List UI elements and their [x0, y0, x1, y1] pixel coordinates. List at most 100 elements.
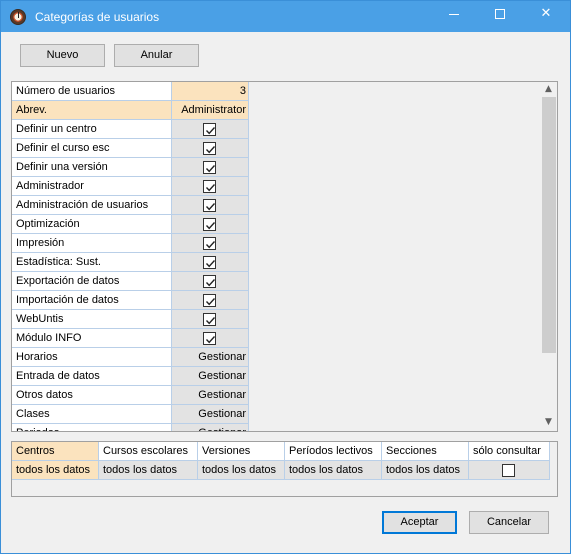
property-value[interactable]: Gestionar [172, 367, 249, 386]
cancel-entry-button[interactable]: Anular [114, 44, 199, 67]
property-checkbox[interactable] [203, 161, 216, 174]
scope-value-cell[interactable]: todos los datos [12, 461, 99, 480]
checkmark-icon [205, 222, 216, 230]
properties-grid: Número de usuarios 3 Abrev. Administrator De… [11, 81, 558, 432]
property-label: Administración de usuarios [12, 196, 172, 215]
scope-value-cell[interactable]: todos los datos [99, 461, 198, 480]
checkmark-icon [205, 279, 216, 287]
property-checkbox[interactable] [203, 275, 216, 288]
property-row[interactable]: Abrev. Administrator [12, 101, 249, 120]
property-row[interactable]: Horarios Gestionar [12, 348, 249, 367]
property-label: Otros datos [12, 386, 172, 405]
scope-header-cell[interactable]: Cursos escolares [99, 442, 198, 461]
scroll-down-icon[interactable]: ▼ [545, 417, 552, 427]
scope-header-cell[interactable]: Secciones [382, 442, 469, 461]
property-value[interactable]: Gestionar [172, 348, 249, 367]
checkmark-icon [205, 336, 216, 344]
property-checkbox[interactable] [203, 256, 216, 269]
properties-scrollbar[interactable]: ▲ ▼ [541, 82, 557, 431]
consult-only-cell[interactable] [469, 461, 550, 480]
consult-only-checkbox[interactable] [502, 464, 515, 477]
new-button[interactable]: Nuevo [20, 44, 105, 67]
scrollbar-thumb[interactable] [542, 97, 556, 353]
clock-app-icon [10, 9, 26, 25]
property-label: WebUntis [12, 310, 172, 329]
accept-button[interactable]: Aceptar [382, 511, 457, 534]
property-row[interactable]: Exportación de datos [12, 272, 249, 291]
property-value[interactable]: Administrator [172, 101, 249, 120]
property-checkbox[interactable] [203, 123, 216, 136]
property-row[interactable]: Otros datos Gestionar [12, 386, 249, 405]
property-row[interactable]: WebUntis [12, 310, 249, 329]
scroll-up-icon[interactable]: ▲ [545, 84, 552, 94]
property-label: Periodos [12, 424, 172, 431]
scope-header-cell[interactable]: Períodos lectivos [285, 442, 382, 461]
property-checkbox-cell[interactable] [172, 329, 249, 348]
property-checkbox-cell[interactable] [172, 158, 249, 177]
property-checkbox[interactable] [203, 142, 216, 155]
property-row[interactable]: Entrada de datos Gestionar [12, 367, 249, 386]
close-icon: ✕ [540, 6, 552, 21]
scope-value-cell[interactable]: todos los datos [198, 461, 285, 480]
property-value[interactable]: Gestionar [172, 386, 249, 405]
property-label: Impresión [12, 234, 172, 253]
property-checkbox[interactable] [203, 218, 216, 231]
property-row[interactable]: Número de usuarios 3 [12, 82, 249, 101]
property-row[interactable]: Definir un centro [12, 120, 249, 139]
property-checkbox[interactable] [203, 332, 216, 345]
property-row[interactable]: PeriodosGestionar [12, 424, 249, 431]
title-bar[interactable]: Categorías de usuarios ✕ [1, 1, 570, 32]
property-row[interactable]: Administrador [12, 177, 249, 196]
cancel-button[interactable]: Cancelar [469, 511, 549, 534]
property-checkbox[interactable] [203, 180, 216, 193]
property-value[interactable]: Gestionar [172, 424, 249, 431]
close-button[interactable]: ✕ [523, 1, 569, 31]
property-row[interactable]: Importación de datos [12, 291, 249, 310]
maximize-button[interactable] [477, 1, 523, 31]
property-row[interactable]: Impresión [12, 234, 249, 253]
property-label: Estadística: Sust. [12, 253, 172, 272]
property-value[interactable]: 3 [172, 82, 249, 101]
property-checkbox[interactable] [203, 237, 216, 250]
property-row[interactable]: Definir una versión [12, 158, 249, 177]
property-label: Definir un centro [12, 120, 172, 139]
property-checkbox-cell[interactable] [172, 139, 249, 158]
property-checkbox-cell[interactable] [172, 234, 249, 253]
property-label: Horarios [12, 348, 172, 367]
scope-header-cell[interactable]: Centros [12, 442, 99, 461]
property-checkbox-cell[interactable] [172, 120, 249, 139]
property-label: Módulo INFO [12, 329, 172, 348]
property-row[interactable]: Clases Gestionar [12, 405, 249, 424]
property-row[interactable]: Administración de usuarios [12, 196, 249, 215]
scope-value-cell[interactable]: todos los datos [285, 461, 382, 480]
property-checkbox-cell[interactable] [172, 272, 249, 291]
property-row[interactable]: Estadística: Sust. [12, 253, 249, 272]
property-checkbox-cell[interactable] [172, 253, 249, 272]
property-checkbox[interactable] [203, 313, 216, 326]
checkmark-icon [205, 146, 216, 154]
property-checkbox-cell[interactable] [172, 215, 249, 234]
property-label: Abrev. [12, 101, 172, 120]
scope-header-cell[interactable]: sólo consultar [469, 442, 550, 461]
property-checkbox-cell[interactable] [172, 310, 249, 329]
scope-value-cell[interactable]: todos los datos [382, 461, 469, 480]
scope-header-cell[interactable]: Versiones [198, 442, 285, 461]
checkmark-icon [205, 127, 216, 135]
minimize-icon [449, 14, 459, 15]
property-checkbox-cell[interactable] [172, 291, 249, 310]
property-row[interactable]: Definir el curso esc [12, 139, 249, 158]
property-checkbox-cell[interactable] [172, 177, 249, 196]
property-label: Exportación de datos [12, 272, 172, 291]
property-checkbox[interactable] [203, 199, 216, 212]
property-checkbox[interactable] [203, 294, 216, 307]
property-label: Administrador [12, 177, 172, 196]
window-title: Categorías de usuarios [35, 10, 160, 24]
checkmark-icon [205, 241, 216, 249]
property-value[interactable]: Gestionar [172, 405, 249, 424]
property-label: Definir una versión [12, 158, 172, 177]
property-row[interactable]: Módulo INFO [12, 329, 249, 348]
property-row[interactable]: Optimización [12, 215, 249, 234]
minimize-button[interactable] [431, 1, 477, 31]
property-checkbox-cell[interactable] [172, 196, 249, 215]
property-label: Definir el curso esc [12, 139, 172, 158]
